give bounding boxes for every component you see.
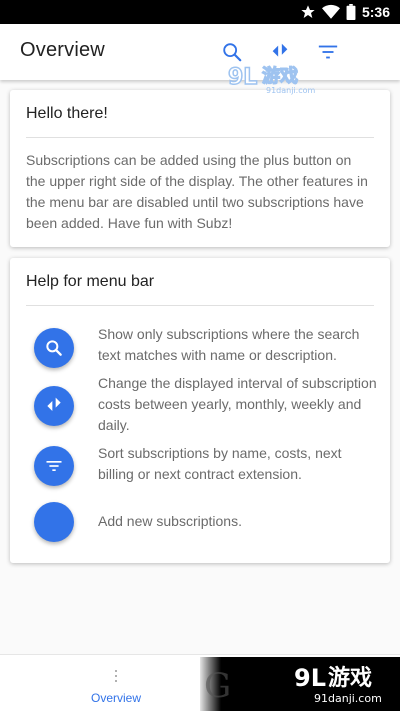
card-divider: [26, 305, 374, 306]
help-item-text: Change the displayed interval of subscri…: [98, 375, 377, 433]
wifi-icon: [321, 4, 340, 20]
help-item-text: Add new subscriptions.: [98, 513, 242, 529]
page-title: Overview: [20, 39, 105, 61]
watermark-logo-bottom: G 9L 游戏 91danji.com: [200, 657, 400, 711]
interval-icon: [47, 397, 61, 411]
app-bar: Overview: [0, 24, 400, 80]
interval-fab: [34, 386, 74, 426]
hello-card-body: Subscriptions can be added using the plu…: [26, 152, 368, 231]
add-icon: [34, 502, 74, 542]
hello-card-title: Hello there!: [26, 105, 108, 122]
search-icon: [46, 340, 62, 356]
help-item-text: Sort subscriptions by name, costs, next …: [98, 445, 342, 482]
search-button[interactable]: [218, 38, 246, 66]
search-icon: [223, 43, 242, 62]
interval-button[interactable]: [266, 38, 294, 66]
svg-text:G: G: [204, 666, 231, 706]
nav-item-label: Overview: [90, 691, 141, 705]
status-time: 5:36: [361, 4, 390, 20]
interval-icon: [272, 43, 288, 57]
sort-icon: [318, 45, 338, 59]
status-bar: 5:36: [0, 0, 400, 24]
more-vert-icon: [115, 670, 117, 682]
sort-button[interactable]: [314, 38, 342, 66]
hello-card: Hello there! Subscriptions can be added …: [10, 90, 390, 247]
help-card-title: Help for menu bar: [26, 273, 155, 290]
search-fab: [34, 328, 74, 368]
svg-text:91danji.com: 91danji.com: [314, 692, 382, 705]
svg-text:9L: 9L: [294, 664, 326, 692]
star-icon: [300, 4, 316, 20]
svg-text:游戏: 游戏: [328, 665, 372, 691]
help-card: Help for menu bar Show only subscription…: [10, 258, 390, 563]
sort-icon: [46, 461, 62, 471]
help-item-text: Show only subscriptions where the search…: [98, 326, 360, 363]
sort-fab: [34, 446, 74, 486]
battery-icon: [346, 4, 356, 20]
nav-item-overview[interactable]: Overview: [76, 655, 156, 712]
